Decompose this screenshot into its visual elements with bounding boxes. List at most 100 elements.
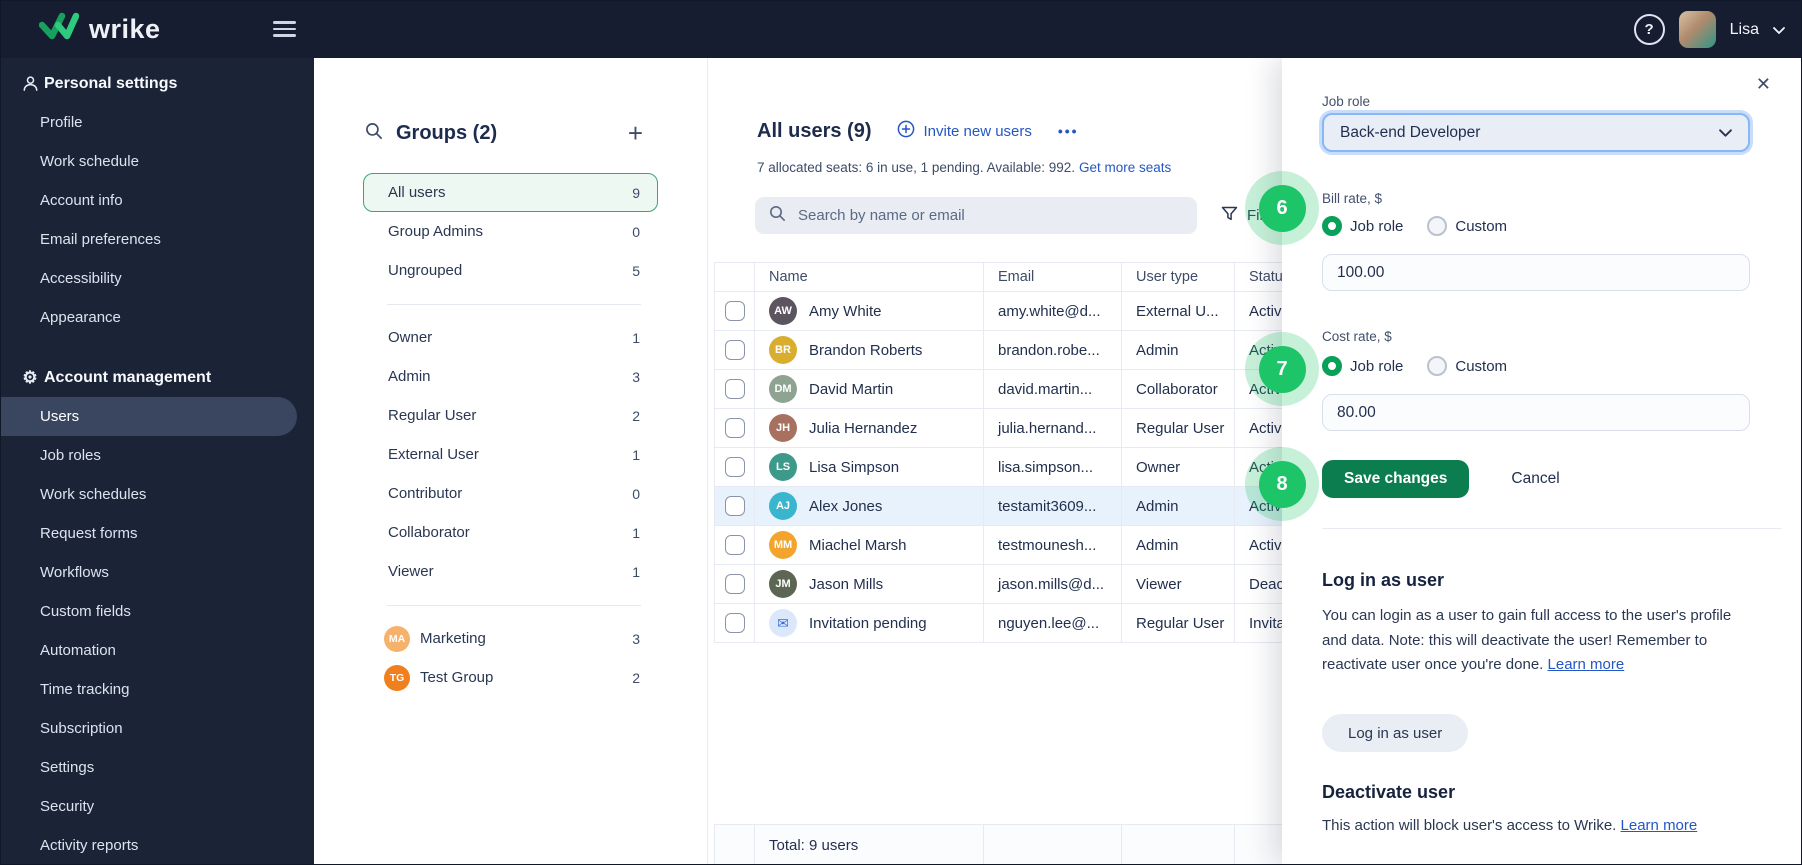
group-list-item[interactable]: TG Test Group 2 (363, 658, 658, 697)
group-list-item[interactable]: All users 9 (363, 173, 658, 212)
user-name-cell: BR Brandon Roberts (755, 331, 984, 369)
user-type-cell: Regular User (1122, 409, 1235, 447)
sidebar-item-label: Profile (40, 114, 83, 131)
learn-more-link[interactable]: Learn more (1548, 656, 1625, 673)
group-list-item[interactable]: Contributor 0 (363, 474, 658, 513)
sidebar-item-label: Workflows (40, 564, 109, 581)
learn-more-link[interactable]: Learn more (1621, 817, 1698, 834)
column-header-email[interactable]: Email (984, 263, 1122, 291)
radio-label[interactable]: Job role (1350, 218, 1403, 235)
row-checkbox[interactable] (724, 457, 745, 477)
sidebar-item[interactable]: Security (1, 787, 314, 826)
wrike-logo[interactable]: wrike (38, 12, 161, 47)
group-count: 1 (632, 524, 640, 541)
row-checkbox[interactable] (724, 418, 745, 438)
sidebar-item[interactable]: Work schedules (1, 475, 314, 514)
get-more-seats-link[interactable]: Get more seats (1079, 160, 1171, 175)
bill-rate-input[interactable]: 100.00 (1322, 254, 1750, 291)
login-as-user-description: You can login as a user to gain full acc… (1322, 604, 1759, 678)
user-name-cell: AW Amy White (755, 292, 984, 330)
user-avatar[interactable] (1678, 11, 1716, 48)
close-icon[interactable]: ✕ (1756, 74, 1771, 95)
cost-rate-job-role-option: Job role (1322, 356, 1403, 376)
row-checkbox[interactable] (724, 535, 745, 555)
help-icon[interactable]: ? (1633, 14, 1665, 45)
user-name-cell: LS Lisa Simpson (755, 448, 984, 486)
radio-label[interactable]: Custom (1455, 358, 1507, 375)
group-list-item[interactable]: MA Marketing 3 (363, 619, 658, 658)
search-input[interactable] (796, 206, 1183, 225)
sidebar-item-label: Users (40, 408, 80, 425)
sidebar-item[interactable]: Users (1, 397, 297, 436)
table-row[interactable]: AW Amy White amy.white@d... External U..… (714, 292, 1361, 331)
radio-unselected[interactable] (1427, 216, 1448, 236)
log-in-as-user-button[interactable]: Log in as user (1322, 714, 1469, 752)
group-list-item[interactable]: Owner 1 (363, 318, 658, 357)
row-checkbox-cell (715, 292, 755, 330)
user-name-text: Lisa Simpson (809, 458, 900, 476)
group-list-item[interactable]: External User 1 (363, 435, 658, 474)
sidebar-item[interactable]: ⚙ Account management (1, 358, 314, 397)
group-list-item[interactable]: Collaborator 1 (363, 513, 658, 552)
hamburger-menu-icon[interactable] (273, 21, 296, 37)
invite-new-users-button[interactable]: Invite new users (897, 120, 1032, 142)
sidebar-item[interactable]: Automation (1, 631, 314, 670)
group-list-item[interactable]: Group Admins 0 (363, 212, 658, 251)
sidebar-item[interactable]: Profile (1, 103, 314, 142)
sidebar-item[interactable]: Time tracking (1, 670, 314, 709)
sidebar-item[interactable]: Work schedule (1, 142, 314, 181)
cancel-button[interactable]: Cancel (1505, 469, 1565, 489)
radio-label[interactable]: Job role (1350, 358, 1403, 375)
user-type-cell: Admin (1122, 331, 1235, 369)
radio-label[interactable]: Custom (1455, 218, 1507, 235)
sidebar-item[interactable]: Email preferences (1, 220, 314, 259)
row-checkbox[interactable] (724, 496, 745, 516)
row-checkbox-cell (715, 487, 755, 525)
sidebar-item[interactable]: Custom fields (1, 592, 314, 631)
group-list-item[interactable]: Admin 3 (363, 357, 658, 396)
row-checkbox[interactable] (724, 379, 745, 399)
radio-selected[interactable] (1322, 356, 1342, 376)
sidebar-item[interactable]: Job roles (1, 436, 314, 475)
cost-rate-input[interactable]: 80.00 (1322, 394, 1750, 431)
column-header-user-type[interactable]: User type (1122, 263, 1235, 291)
sidebar-item[interactable]: Accessibility (1, 259, 314, 298)
group-label: Admin (388, 368, 431, 385)
table-row[interactable]: ✉ Invitation pending nguyen.lee@... Regu… (714, 604, 1362, 643)
add-group-icon[interactable]: + (628, 120, 643, 146)
row-checkbox[interactable] (724, 301, 745, 321)
group-list-item[interactable]: Ungrouped 5 (363, 251, 658, 290)
user-type-cell: Viewer (1122, 565, 1235, 603)
row-checkbox[interactable] (724, 340, 745, 360)
sidebar-item[interactable]: Personal settings (1, 64, 314, 103)
row-checkbox[interactable] (724, 613, 745, 633)
row-checkbox[interactable] (724, 574, 745, 594)
job-role-select[interactable]: Back-end Developer (1322, 113, 1750, 152)
sidebar-item-label: Request forms (40, 525, 138, 542)
sidebar-item[interactable]: Request forms (1, 514, 314, 553)
radio-selected[interactable] (1322, 216, 1342, 236)
sidebar-item[interactable]: Workflows (1, 553, 314, 592)
group-count: 5 (632, 262, 640, 279)
chevron-down-icon[interactable] (1773, 21, 1785, 39)
sidebar-item[interactable]: Settings (1, 748, 314, 787)
table-row[interactable]: JH Julia Hernandez julia.hernand... Regu… (714, 409, 1361, 448)
radio-unselected[interactable] (1427, 356, 1448, 376)
table-row[interactable]: MM Miachel Marsh testmounesh... Admin Ac… (714, 526, 1361, 565)
sidebar-item[interactable]: Account info (1, 181, 314, 220)
sidebar-item[interactable]: Subscription (1, 709, 314, 748)
group-count: 3 (632, 630, 640, 647)
group-list-item[interactable]: Viewer 1 (363, 552, 658, 591)
save-changes-button[interactable]: Save changes (1322, 460, 1470, 498)
more-actions-button[interactable]: ••• (1058, 123, 1079, 139)
row-checkbox-cell (715, 370, 755, 408)
user-name-cell: AJ Alex Jones (755, 487, 984, 525)
user-name[interactable]: Lisa (1730, 21, 1759, 39)
column-header-name[interactable]: Name (755, 263, 984, 291)
user-search-bar[interactable] (755, 197, 1197, 234)
group-list-item[interactable]: Regular User 2 (363, 396, 658, 435)
sidebar-item[interactable]: Appearance (1, 298, 314, 337)
table-row[interactable]: JM Jason Mills jason.mills@d... Viewer D… (714, 565, 1361, 604)
sidebar-item[interactable]: Activity reports (1, 826, 314, 864)
search-icon[interactable] (365, 122, 383, 145)
